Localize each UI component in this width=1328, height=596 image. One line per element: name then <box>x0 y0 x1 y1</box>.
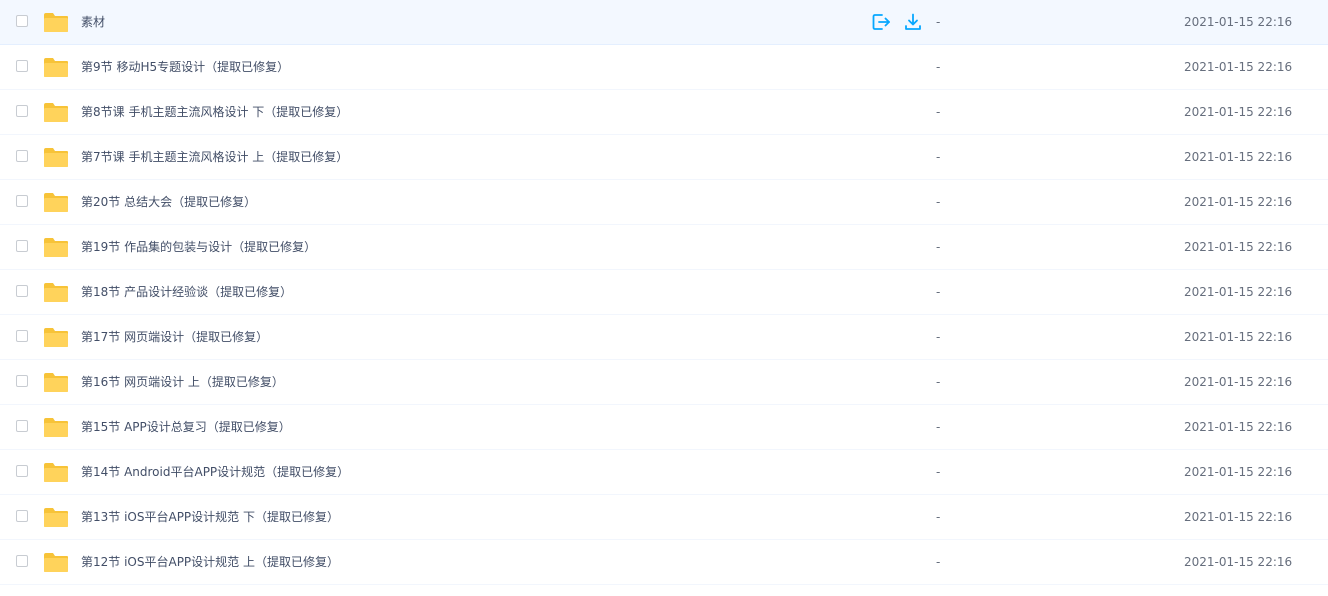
row-checkbox[interactable] <box>16 15 28 27</box>
file-name[interactable]: 素材 <box>81 0 105 44</box>
folder-icon[interactable] <box>43 57 69 78</box>
file-size: - <box>936 465 941 479</box>
file-modified-time: 2021-01-15 22:16 <box>1184 420 1293 434</box>
file-row[interactable]: 第20节 总结大会（提取已修复） - 2021-01-15 22:16 <box>0 180 1328 225</box>
row-checkbox[interactable] <box>16 105 28 117</box>
file-row[interactable]: 第13节 iOS平台APP设计规范 下（提取已修复） - 2021-01-15 … <box>0 495 1328 540</box>
file-size: - <box>936 60 941 74</box>
file-size: - <box>936 15 941 29</box>
row-checkbox[interactable] <box>16 330 28 342</box>
file-name[interactable]: 第19节 作品集的包装与设计（提取已修复） <box>81 225 316 269</box>
file-row[interactable]: 第19节 作品集的包装与设计（提取已修复） - 2021-01-15 22:16 <box>0 225 1328 270</box>
file-name[interactable]: 第13节 iOS平台APP设计规范 下（提取已修复） <box>81 495 339 539</box>
file-size: - <box>936 240 941 254</box>
file-list: 素材 - 2021-01-15 22:16 第9节 移动H5专题设计（提取已修复… <box>0 0 1328 585</box>
file-size: - <box>936 330 941 344</box>
folder-icon[interactable] <box>43 282 69 303</box>
file-modified-time: 2021-01-15 22:16 <box>1184 285 1293 299</box>
file-name[interactable]: 第15节 APP设计总复习（提取已修复） <box>81 405 291 449</box>
file-name[interactable]: 第17节 网页端设计（提取已修复） <box>81 315 268 359</box>
file-name[interactable]: 第8节课 手机主题主流风格设计 下（提取已修复） <box>81 90 348 134</box>
file-size: - <box>936 420 941 434</box>
file-size: - <box>936 555 941 569</box>
file-modified-time: 2021-01-15 22:16 <box>1184 330 1293 344</box>
row-checkbox[interactable] <box>16 420 28 432</box>
file-name[interactable]: 第20节 总结大会（提取已修复） <box>81 180 256 224</box>
folder-icon[interactable] <box>43 372 69 393</box>
folder-icon[interactable] <box>43 507 69 528</box>
row-actions <box>871 12 923 32</box>
folder-icon[interactable] <box>43 327 69 348</box>
folder-icon[interactable] <box>43 147 69 168</box>
file-size: - <box>936 195 941 209</box>
folder-icon[interactable] <box>43 102 69 123</box>
file-name[interactable]: 第18节 产品设计经验谈（提取已修复） <box>81 270 292 314</box>
file-modified-time: 2021-01-15 22:16 <box>1184 555 1293 569</box>
file-name[interactable]: 第7节课 手机主题主流风格设计 上（提取已修复） <box>81 135 348 179</box>
file-size: - <box>936 285 941 299</box>
file-modified-time: 2021-01-15 22:16 <box>1184 60 1293 74</box>
download-icon[interactable] <box>903 12 923 32</box>
file-row[interactable]: 第12节 iOS平台APP设计规范 上（提取已修复） - 2021-01-15 … <box>0 540 1328 585</box>
file-modified-time: 2021-01-15 22:16 <box>1184 15 1293 29</box>
file-modified-time: 2021-01-15 22:16 <box>1184 150 1293 164</box>
file-row[interactable]: 第14节 Android平台APP设计规范（提取已修复） - 2021-01-1… <box>0 450 1328 495</box>
file-modified-time: 2021-01-15 22:16 <box>1184 510 1293 524</box>
file-modified-time: 2021-01-15 22:16 <box>1184 465 1293 479</box>
file-row[interactable]: 第18节 产品设计经验谈（提取已修复） - 2021-01-15 22:16 <box>0 270 1328 315</box>
row-checkbox[interactable] <box>16 555 28 567</box>
row-checkbox[interactable] <box>16 510 28 522</box>
file-size: - <box>936 105 941 119</box>
file-size: - <box>936 150 941 164</box>
folder-icon[interactable] <box>43 237 69 258</box>
folder-icon[interactable] <box>43 552 69 573</box>
file-row[interactable]: 素材 - 2021-01-15 22:16 <box>0 0 1328 45</box>
file-name[interactable]: 第16节 网页端设计 上（提取已修复） <box>81 360 284 404</box>
folder-icon[interactable] <box>43 192 69 213</box>
file-modified-time: 2021-01-15 22:16 <box>1184 105 1293 119</box>
file-row[interactable]: 第17节 网页端设计（提取已修复） - 2021-01-15 22:16 <box>0 315 1328 360</box>
file-row[interactable]: 第15节 APP设计总复习（提取已修复） - 2021-01-15 22:16 <box>0 405 1328 450</box>
folder-icon[interactable] <box>43 462 69 483</box>
row-checkbox[interactable] <box>16 465 28 477</box>
file-name[interactable]: 第14节 Android平台APP设计规范（提取已修复） <box>81 450 349 494</box>
file-modified-time: 2021-01-15 22:16 <box>1184 195 1293 209</box>
file-size: - <box>936 375 941 389</box>
file-size: - <box>936 510 941 524</box>
file-row[interactable]: 第16节 网页端设计 上（提取已修复） - 2021-01-15 22:16 <box>0 360 1328 405</box>
row-checkbox[interactable] <box>16 60 28 72</box>
row-checkbox[interactable] <box>16 195 28 207</box>
file-name[interactable]: 第12节 iOS平台APP设计规范 上（提取已修复） <box>81 540 339 584</box>
file-row[interactable]: 第7节课 手机主题主流风格设计 上（提取已修复） - 2021-01-15 22… <box>0 135 1328 180</box>
file-row[interactable]: 第8节课 手机主题主流风格设计 下（提取已修复） - 2021-01-15 22… <box>0 90 1328 135</box>
row-checkbox[interactable] <box>16 285 28 297</box>
row-checkbox[interactable] <box>16 150 28 162</box>
file-modified-time: 2021-01-15 22:16 <box>1184 375 1293 389</box>
share-icon[interactable] <box>871 12 891 32</box>
folder-icon[interactable] <box>43 417 69 438</box>
row-checkbox[interactable] <box>16 240 28 252</box>
file-row[interactable]: 第9节 移动H5专题设计（提取已修复） - 2021-01-15 22:16 <box>0 45 1328 90</box>
folder-icon[interactable] <box>43 12 69 33</box>
file-modified-time: 2021-01-15 22:16 <box>1184 240 1293 254</box>
file-name[interactable]: 第9节 移动H5专题设计（提取已修复） <box>81 45 289 89</box>
row-checkbox[interactable] <box>16 375 28 387</box>
